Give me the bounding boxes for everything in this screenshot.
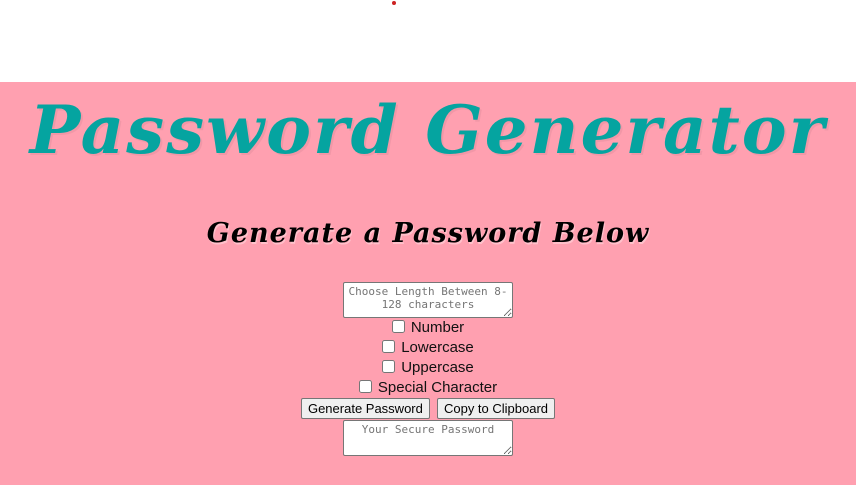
red-dot-marker <box>392 1 396 5</box>
lowercase-checkbox[interactable] <box>382 340 396 353</box>
uppercase-checkbox[interactable] <box>382 360 396 373</box>
password-form: Number Lowercase Uppercase Special Chara… <box>0 282 856 456</box>
copy-to-clipboard-button[interactable]: Copy to Clipboard <box>436 398 556 419</box>
lowercase-label: Lowercase <box>401 339 474 356</box>
option-lowercase[interactable]: Lowercase <box>0 338 856 358</box>
uppercase-label: Uppercase <box>401 359 474 376</box>
option-number[interactable]: Number <box>0 318 856 338</box>
special-character-checkbox[interactable] <box>358 380 372 393</box>
page-title: Password Generator <box>29 91 827 169</box>
password-output[interactable] <box>343 420 513 456</box>
length-input[interactable] <box>343 282 513 318</box>
option-special-character[interactable]: Special Character <box>0 378 856 398</box>
page-subtitle: Generate a Password Below <box>206 218 650 249</box>
generator-panel: Password Generator Generate a Password B… <box>0 82 856 485</box>
button-row: Generate Password Copy to Clipboard <box>0 398 856 420</box>
special-character-label: Special Character <box>377 379 498 396</box>
option-uppercase[interactable]: Uppercase <box>0 358 856 378</box>
number-label: Number <box>410 319 465 336</box>
number-checkbox[interactable] <box>391 320 405 333</box>
generate-password-button[interactable]: Generate Password <box>300 398 430 419</box>
